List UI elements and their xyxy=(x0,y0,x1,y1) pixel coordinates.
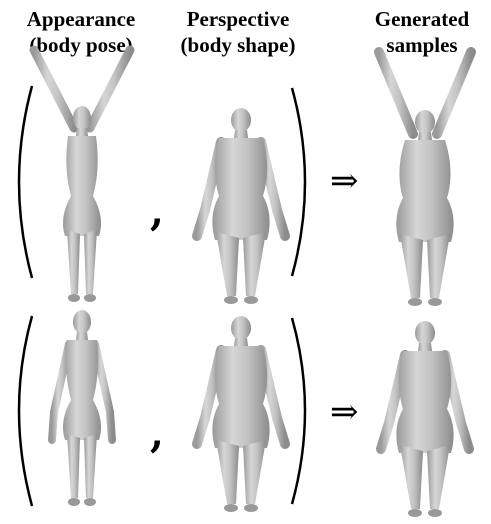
right-bracket-row1 xyxy=(290,87,307,277)
figure: Appearance (body pose) Perspective (body… xyxy=(0,0,491,524)
left-bracket-row2 xyxy=(17,315,34,507)
row2-perspective-body xyxy=(197,316,285,512)
row1-appearance-body xyxy=(34,50,130,302)
row2-generated-body xyxy=(381,321,469,517)
row2-appearance-body xyxy=(52,310,112,506)
comma-row2: , xyxy=(150,410,164,457)
diagram-graphics xyxy=(17,0,491,524)
arrow-row2: ⇒ xyxy=(330,392,359,432)
left-bracket-row1 xyxy=(17,85,34,279)
comma-row1: , xyxy=(150,188,164,235)
right-bracket-row2 xyxy=(290,317,307,505)
arrow-row1: ⇒ xyxy=(330,161,359,201)
row1-perspective-body xyxy=(197,108,285,304)
row1-generated-body xyxy=(379,52,471,306)
